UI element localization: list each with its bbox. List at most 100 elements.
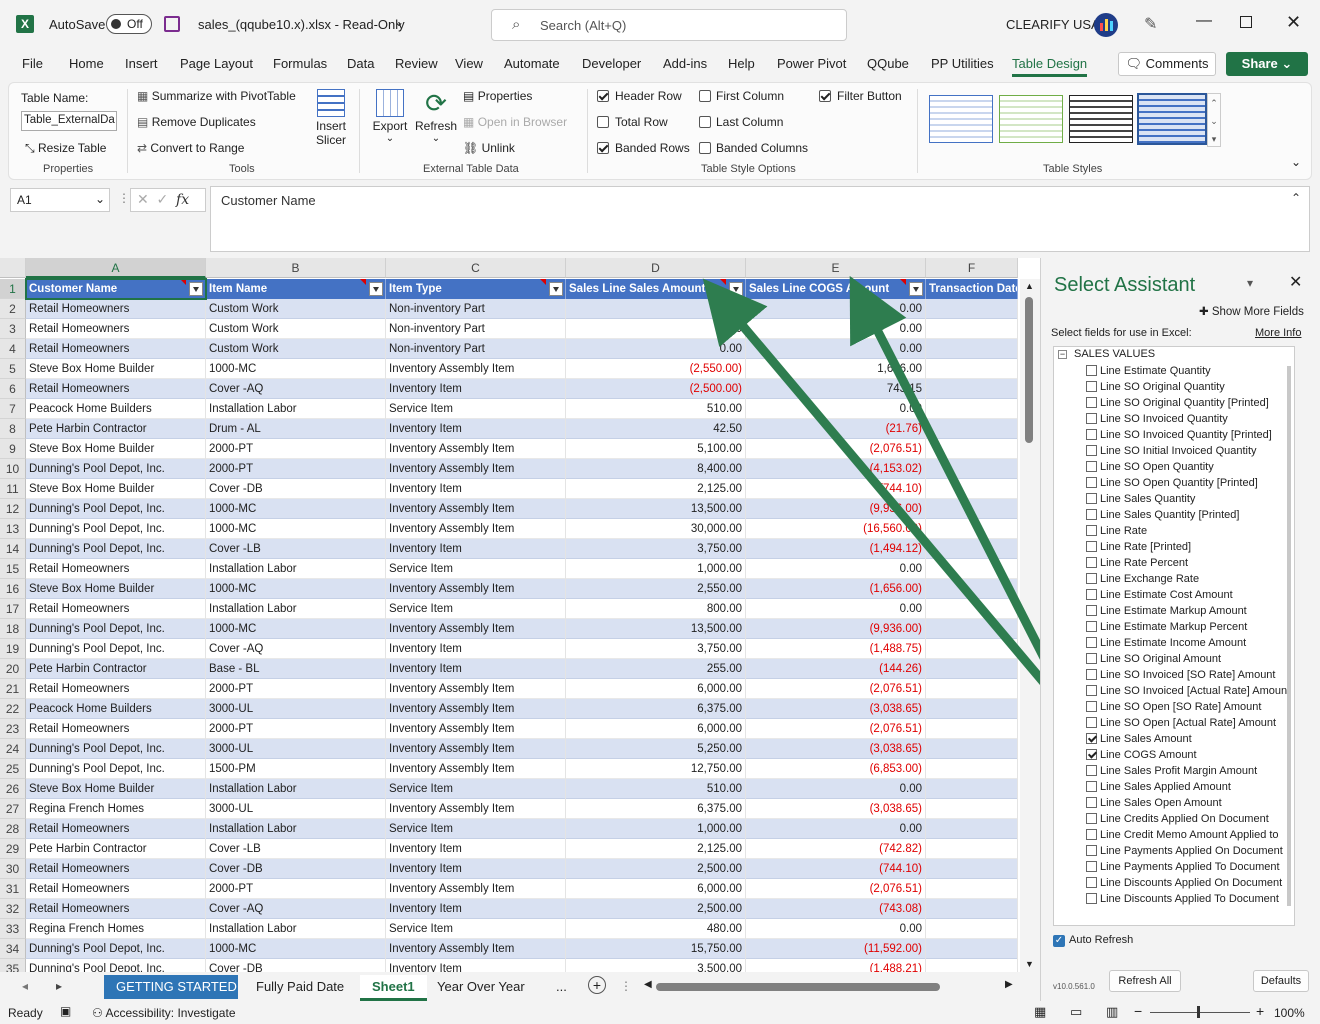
field-checkbox[interactable] — [1086, 365, 1097, 376]
auto-refresh-checkbox[interactable]: ✓ — [1053, 935, 1065, 947]
field-checkbox[interactable] — [1086, 573, 1097, 584]
field-checkbox[interactable] — [1086, 621, 1097, 632]
field-checkbox[interactable] — [1086, 605, 1097, 616]
field-item-label[interactable]: Line Discounts Applied To Document — [1100, 891, 1294, 907]
field-checkbox[interactable] — [1086, 717, 1097, 728]
field-checkbox[interactable] — [1086, 637, 1097, 648]
field-item-label[interactable]: Line Discounts Applied On Document — [1100, 875, 1294, 891]
field-item-label[interactable]: Line SO Invoiced [Actual Rate] Amount — [1100, 683, 1294, 699]
field-item-label[interactable]: Line Sales Profit Margin Amount — [1100, 763, 1294, 779]
page-break-icon[interactable]: ▥ — [1106, 1004, 1118, 1020]
field-checkbox[interactable] — [1086, 653, 1097, 664]
field-item-label[interactable]: Line Estimate Markup Amount — [1100, 603, 1294, 619]
more-options-icon[interactable]: ⋮ — [620, 979, 632, 993]
show-more-fields-button[interactable]: ✚ Show More Fields — [1199, 304, 1304, 318]
collapse-group-icon[interactable]: − — [1058, 350, 1067, 359]
field-item-label[interactable]: Line Payments Applied On Document — [1100, 843, 1294, 859]
field-tree[interactable]: − SALES VALUES Line Estimate Quantity Lin… — [1053, 346, 1295, 926]
field-checkbox[interactable] — [1086, 845, 1097, 856]
field-item-label[interactable]: Line Sales Open Amount — [1100, 795, 1294, 811]
add-sheet-icon[interactable]: + — [588, 976, 606, 994]
field-list-scrollbar[interactable] — [1287, 366, 1291, 906]
field-item-label[interactable]: Line SO Original Quantity — [1100, 379, 1294, 395]
sheet-tab-year-over-year[interactable]: Year Over Year — [425, 975, 537, 999]
field-item-label[interactable]: Line SO Invoiced [SO Rate] Amount — [1100, 667, 1294, 683]
scroll-right-icon[interactable]: ▶ — [1005, 979, 1013, 990]
field-item-label[interactable]: Line Estimate Cost Amount — [1100, 587, 1294, 603]
field-checkbox[interactable] — [1086, 557, 1097, 568]
page-layout-icon[interactable]: ▭ — [1070, 1004, 1082, 1020]
normal-view-icon[interactable]: ▦ — [1034, 1004, 1046, 1020]
field-item-label[interactable]: Line COGS Amount — [1100, 747, 1294, 763]
field-item-label[interactable]: Line SO Invoiced Quantity — [1100, 411, 1294, 427]
field-item-label[interactable]: Line SO Original Amount — [1100, 651, 1294, 667]
field-checkbox[interactable] — [1086, 669, 1097, 680]
sheet-tab-getting-started[interactable]: GETTING STARTED — [104, 975, 238, 999]
field-checkbox[interactable] — [1086, 477, 1097, 488]
field-item-label[interactable]: Line SO Invoiced Quantity [Printed] — [1100, 427, 1294, 443]
field-checkbox[interactable] — [1086, 541, 1097, 552]
field-item-label[interactable]: Line Estimate Income Amount — [1100, 635, 1294, 651]
next-sheet-icon[interactable]: ▸ — [56, 979, 62, 993]
field-checkbox[interactable] — [1086, 893, 1097, 904]
field-item-label[interactable]: Line Sales Quantity [Printed] — [1100, 507, 1294, 523]
field-checkbox[interactable] — [1086, 397, 1097, 408]
field-checkbox[interactable] — [1086, 765, 1097, 776]
field-checkbox[interactable] — [1086, 525, 1097, 536]
zoom-level[interactable]: 100% — [1274, 1006, 1305, 1020]
defaults-button[interactable]: Defaults — [1253, 970, 1309, 992]
zoom-in-icon[interactable]: + — [1256, 1003, 1264, 1019]
field-checkbox[interactable] — [1086, 685, 1097, 696]
sheet-tab-fully-paid-date[interactable]: Fully Paid Date — [244, 975, 356, 999]
field-checkbox[interactable] — [1086, 829, 1097, 840]
sheet-tab-sheet1[interactable]: Sheet1 — [360, 975, 427, 1001]
field-item-label[interactable]: Line Credits Applied On Document — [1100, 811, 1294, 827]
field-checkbox[interactable] — [1086, 381, 1097, 392]
field-checkbox[interactable] — [1086, 797, 1097, 808]
field-checkbox[interactable] — [1086, 749, 1097, 760]
field-item-label[interactable]: Line Payments Applied To Document — [1100, 859, 1294, 875]
field-item-label[interactable]: Line Sales Amount — [1100, 731, 1294, 747]
field-item-label[interactable]: Line Exchange Rate — [1100, 571, 1294, 587]
field-checkbox[interactable] — [1086, 861, 1097, 872]
field-item-label[interactable]: Line Rate — [1100, 523, 1294, 539]
field-item-label[interactable]: Line Rate Percent — [1100, 555, 1294, 571]
field-item-label[interactable]: Line Credit Memo Amount Applied to — [1100, 827, 1294, 843]
field-checkbox[interactable] — [1086, 445, 1097, 456]
prev-sheet-icon[interactable]: ◂ — [22, 979, 28, 993]
pane-options-icon[interactable]: ▾ — [1247, 276, 1253, 290]
field-checkbox[interactable] — [1086, 509, 1097, 520]
field-item-label[interactable]: Line SO Original Quantity [Printed] — [1100, 395, 1294, 411]
field-checkbox[interactable] — [1086, 429, 1097, 440]
field-item-label[interactable]: Line Estimate Markup Percent — [1100, 619, 1294, 635]
field-item-label[interactable]: Line SO Open [SO Rate] Amount — [1100, 699, 1294, 715]
field-item-label[interactable]: Line Sales Applied Amount — [1100, 779, 1294, 795]
more-sheets[interactable]: ... — [556, 979, 567, 994]
zoom-out-icon[interactable]: − — [1134, 1003, 1142, 1019]
field-item-label[interactable]: Line Sales Quantity — [1100, 491, 1294, 507]
field-item-label[interactable]: Line SO Open Quantity — [1100, 459, 1294, 475]
field-item-label[interactable]: Line Estimate Quantity — [1100, 363, 1294, 379]
macro-icon[interactable]: ▣ — [60, 1004, 71, 1018]
accessibility-status[interactable]: ⚇ Accessibility: Investigate — [92, 1006, 236, 1020]
field-checkbox[interactable] — [1086, 813, 1097, 824]
field-checkbox[interactable] — [1086, 701, 1097, 712]
field-checkbox[interactable] — [1086, 781, 1097, 792]
field-item-label[interactable]: Line Rate [Printed] — [1100, 539, 1294, 555]
field-checkbox[interactable] — [1086, 493, 1097, 504]
field-item-label[interactable]: Line SO Open Quantity [Printed] — [1100, 475, 1294, 491]
arrow-to-sales-amount — [702, 278, 1098, 745]
field-checkbox[interactable] — [1086, 461, 1097, 472]
scroll-left-icon[interactable]: ◀ — [644, 979, 652, 990]
field-checkbox[interactable] — [1086, 413, 1097, 424]
zoom-slider[interactable] — [1150, 1006, 1250, 1018]
close-pane-icon[interactable]: ✕ — [1289, 272, 1302, 292]
field-checkbox[interactable] — [1086, 589, 1097, 600]
field-item-label[interactable]: Line SO Initial Invoiced Quantity — [1100, 443, 1294, 459]
field-checkbox[interactable] — [1086, 733, 1097, 744]
field-item-label[interactable]: Line SO Open [Actual Rate] Amount — [1100, 715, 1294, 731]
refresh-all-button[interactable]: Refresh All — [1109, 970, 1181, 992]
horizontal-scrollbar[interactable] — [656, 983, 940, 991]
field-checkbox[interactable] — [1086, 877, 1097, 888]
more-info-link[interactable]: More Info — [1255, 327, 1301, 339]
